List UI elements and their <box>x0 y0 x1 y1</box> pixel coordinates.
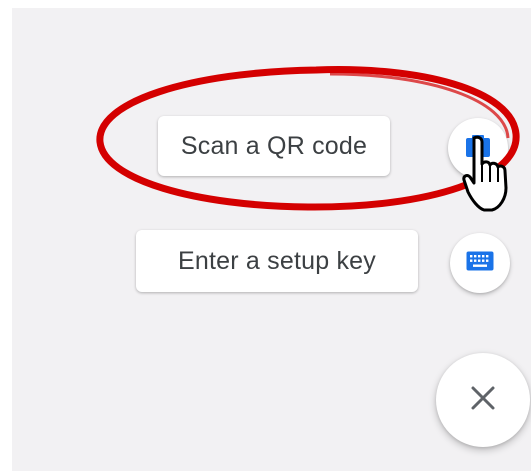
scan-qr-code-label[interactable]: Scan a QR code <box>158 116 390 176</box>
keyboard-icon <box>466 251 494 276</box>
scan-qr-code-button[interactable] <box>448 118 508 178</box>
enter-setup-key-button[interactable] <box>450 233 510 293</box>
camera-icon <box>465 134 491 163</box>
app-screen: Scan a QR code Enter a setup key <box>12 8 531 471</box>
close-speed-dial-button[interactable] <box>436 353 530 447</box>
enter-setup-key-label[interactable]: Enter a setup key <box>136 230 418 292</box>
close-icon <box>470 385 496 416</box>
